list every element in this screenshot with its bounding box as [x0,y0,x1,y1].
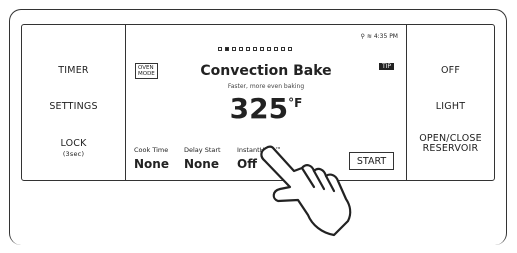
off-button[interactable]: OFF [407,65,494,76]
page-dot [239,47,243,51]
page-dot [232,47,236,51]
pointing-hand-icon [260,145,352,237]
lock-button[interactable]: LOCK (3sec) [22,138,125,158]
page-dot [274,47,278,51]
lock-hold-hint: (3sec) [62,150,85,158]
delay-start-field[interactable]: Delay Start None [184,146,221,171]
mode-title[interactable]: Convection Bake [126,63,406,79]
page-dot [288,47,292,51]
page-dot [225,47,229,51]
mode-subtitle: Faster, more even baking [227,83,305,90]
page-dot [253,47,257,51]
cook-time-field[interactable]: Cook Time None [134,146,169,171]
right-button-column: OFF LIGHT OPEN/CLOSE RESERVOIR [406,25,494,180]
page-dot [267,47,271,51]
temperature-unit: °F [288,96,303,110]
page-dot [246,47,250,51]
light-button[interactable]: LIGHT [407,101,494,112]
wifi-icon: ⚲ ≋ [360,33,372,40]
page-dot [281,47,285,51]
page-dot [218,47,222,51]
timer-button[interactable]: TIMER [22,65,125,76]
status-bar: ⚲ ≋ 4:35 PM [361,33,398,40]
clock: 4:35 PM [373,33,398,40]
settings-button[interactable]: SETTINGS [22,101,125,112]
page-indicator [218,47,292,52]
page-dot [260,47,264,51]
reservoir-button[interactable]: OPEN/CLOSE RESERVOIR [407,134,494,154]
left-button-column: TIMER SETTINGS LOCK (3sec) [22,25,126,180]
temperature-display[interactable]: 325°F [126,92,406,125]
